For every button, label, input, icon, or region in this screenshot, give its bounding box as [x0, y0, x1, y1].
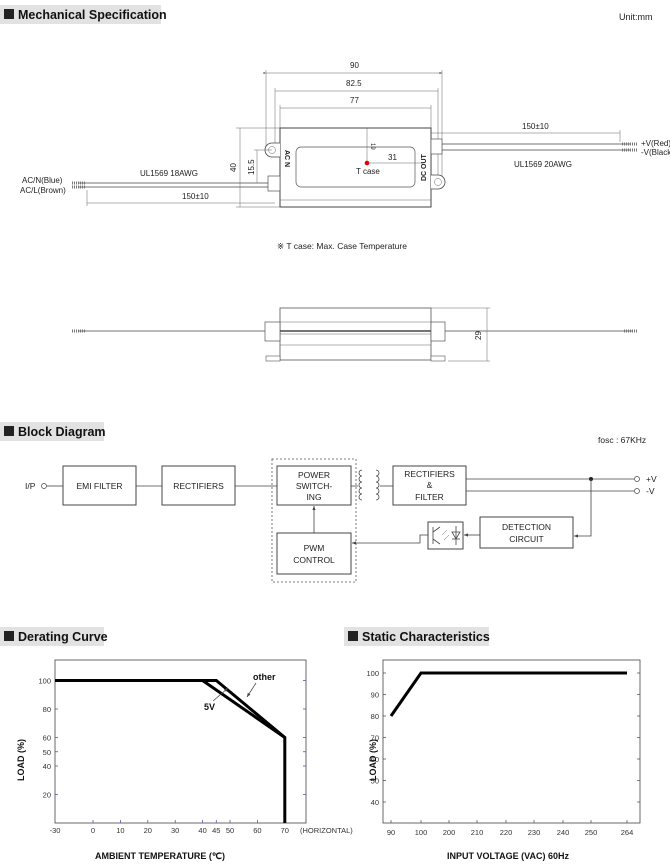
- unit-label: Unit:mm: [619, 12, 653, 22]
- square-bullet-icon: [4, 9, 14, 19]
- plot-area: [382, 659, 641, 824]
- minus-v-output: -V: [646, 486, 655, 496]
- block-label: RECTIFIERS: [173, 481, 224, 491]
- output-wire-spec: UL1569 20AWG: [514, 160, 572, 169]
- x-axis-label: INPUT VOLTAGE (VAC) 60Hz: [447, 851, 570, 861]
- x-tick-label: 100: [415, 828, 428, 837]
- square-bullet-icon: [4, 426, 14, 436]
- block-label: SWITCH-: [296, 481, 333, 491]
- oscillation-frequency: fosc : 67KHz: [598, 435, 646, 445]
- x-tick-label: 90: [387, 828, 395, 837]
- y-tick-label: 100: [38, 677, 51, 686]
- plus-v-wire-label: +V(Red): [641, 139, 670, 148]
- dim-31: 31: [388, 153, 397, 162]
- dim-15-5: 15.5: [247, 159, 256, 175]
- input-wire-spec: UL1569 18AWG: [140, 169, 198, 178]
- block-label: FILTER: [415, 492, 444, 502]
- block-label: CIRCUIT: [509, 534, 543, 544]
- y-tick-label: 100: [366, 669, 379, 678]
- series-label-other: other: [253, 672, 276, 682]
- dim-90: 90: [350, 61, 359, 70]
- y-tick-label: 50: [43, 748, 51, 757]
- optocoupler-icon: [427, 521, 464, 550]
- dim-40: 40: [229, 163, 238, 172]
- mechanical-side-view: 29: [72, 307, 638, 362]
- plot-area: [54, 659, 307, 824]
- y-axis-label: LOAD (%): [16, 739, 26, 781]
- x-tick-label: -30: [50, 826, 61, 835]
- block-label: &: [427, 480, 433, 490]
- dim-19: 19: [369, 143, 375, 150]
- x-tick-label: 30: [171, 826, 179, 835]
- block-label: ING: [306, 492, 321, 502]
- section-header-derating: Derating Curve: [0, 627, 108, 646]
- section-title: Derating Curve: [18, 630, 108, 644]
- x-axis-label: AMBIENT TEMPERATURE (℃): [95, 851, 225, 861]
- dc-output-marking: DC OUT: [421, 153, 428, 181]
- input-wire-length: 150±10: [182, 192, 209, 201]
- section-header-block: Block Diagram: [0, 422, 106, 441]
- series-label-5v: 5V: [204, 702, 215, 712]
- block-label: RECTIFIERS: [404, 469, 455, 479]
- static-characteristics-chart: 90 100 200 210 220 230 240 250 26410090807060504…: [366, 659, 641, 861]
- input-label: I/P: [25, 481, 36, 491]
- x-axis-note: (HORIZONTAL): [300, 826, 353, 835]
- block-label: POWER: [298, 470, 330, 480]
- y-tick-label: 80: [43, 705, 51, 714]
- section-title: Mechanical Specification: [18, 8, 167, 22]
- y-tick-label: 40: [371, 798, 379, 807]
- minus-v-wire-label: -V(Black: [641, 148, 670, 157]
- dim-77: 77: [350, 96, 359, 105]
- y-tick-label: 40: [43, 762, 51, 771]
- x-tick-label: 230: [528, 828, 541, 837]
- section-title: Static Characteristics: [362, 630, 490, 644]
- pwm-control-block: [276, 532, 352, 575]
- block-label: EMI FILTER: [76, 481, 122, 491]
- x-tick-label: 220: [500, 828, 513, 837]
- y-tick-label: 20: [43, 791, 51, 800]
- x-tick-label: 200: [443, 828, 456, 837]
- x-tick-label: 45: [212, 826, 220, 835]
- block-diagram: I/P EMI FILTER RECTIFIERS POWER SWITCH- …: [25, 458, 657, 583]
- x-tick-label: 50: [226, 826, 234, 835]
- x-tick-label: 60: [253, 826, 261, 835]
- x-tick-label: 70: [281, 826, 289, 835]
- section-title: Block Diagram: [18, 425, 106, 439]
- square-bullet-icon: [4, 631, 14, 641]
- tcase-point: [364, 160, 370, 166]
- x-tick-label: 240: [557, 828, 570, 837]
- x-tick-label: 210: [471, 828, 484, 837]
- x-tick-label: 40: [198, 826, 206, 835]
- output-wire-length: 150±10: [522, 122, 549, 131]
- block-label: CONTROL: [293, 555, 335, 565]
- mechanical-top-view: 90 82.5 77 AC/N(Blue) AC/L(Brown) UL1569…: [20, 61, 670, 208]
- x-tick-label: 250: [585, 828, 598, 837]
- x-tick-label: 264: [621, 828, 634, 837]
- section-header-static: Static Characteristics: [344, 627, 490, 646]
- datasheet-page: Mechanical Specification Unit:mm 90 82.5…: [0, 5, 670, 861]
- x-tick-label: 0: [91, 826, 95, 835]
- derating-chart: -30 0 10 20 30 40 45 50 60 70 100 80 60 50 40 20 (HORIZ…: [16, 659, 353, 861]
- x-tick-label: 10: [116, 826, 124, 835]
- tcase-note: ※ T case: Max. Case Temperature: [277, 241, 407, 251]
- block-label: PWM: [304, 543, 325, 553]
- section-header-mechanical: Mechanical Specification: [0, 5, 167, 24]
- y-axis-label: LOAD (%): [368, 739, 378, 781]
- dim-29: 29: [474, 331, 483, 340]
- plus-v-output: +V: [646, 474, 657, 484]
- y-tick-label: 90: [371, 691, 379, 700]
- y-tick-label: 80: [371, 712, 379, 721]
- y-tick-label: 60: [43, 734, 51, 743]
- ac-l-wire-label: AC/L(Brown): [20, 186, 66, 195]
- square-bullet-icon: [348, 631, 358, 641]
- tcase-label: T case: [356, 167, 380, 176]
- dim-82-5: 82.5: [346, 79, 362, 88]
- ac-n-wire-label: AC/N(Blue): [22, 176, 63, 185]
- block-label: DETECTION: [502, 522, 551, 532]
- transformer-icon: [351, 469, 393, 501]
- ac-input-marking: AC N: [283, 150, 290, 167]
- x-tick-label: 20: [144, 826, 152, 835]
